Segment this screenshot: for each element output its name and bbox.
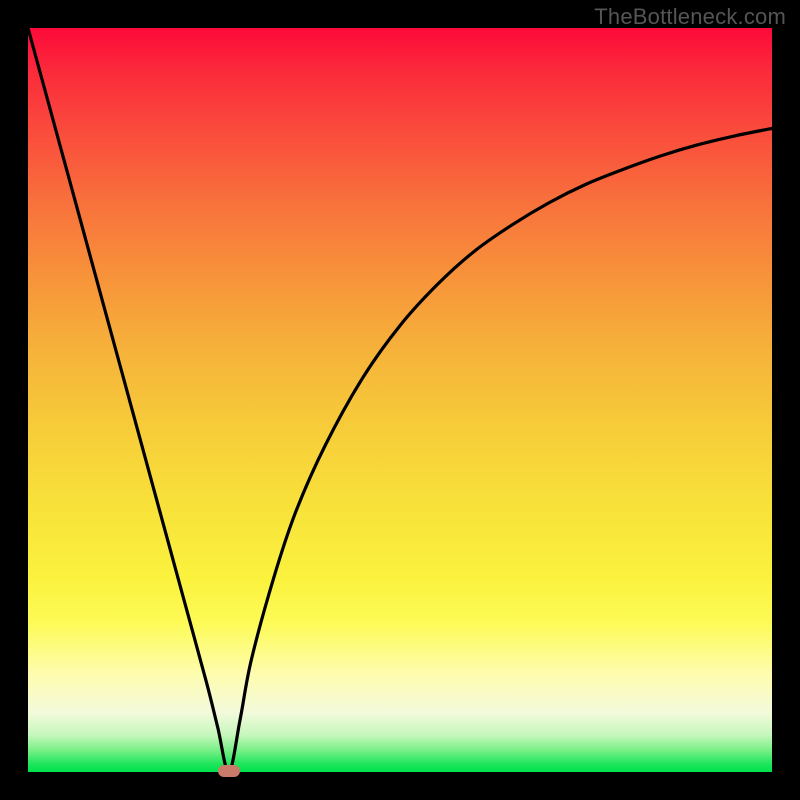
- bottleneck-curve: [28, 28, 772, 772]
- chart-frame: TheBottleneck.com: [0, 0, 800, 800]
- min-marker: [218, 765, 240, 777]
- watermark-text: TheBottleneck.com: [594, 4, 786, 30]
- plot-area: [28, 28, 772, 772]
